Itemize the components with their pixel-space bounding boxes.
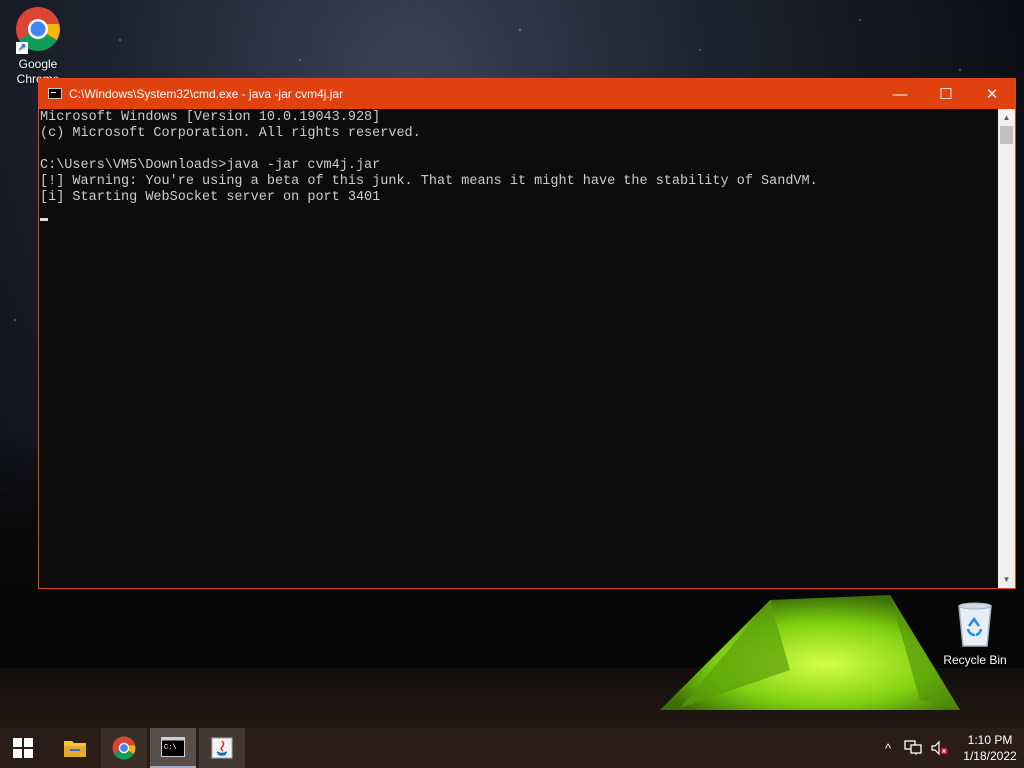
scrollbar-thumb[interactable] xyxy=(1000,126,1013,144)
console-line: (c) Microsoft Corporation. All rights re… xyxy=(40,126,421,141)
console-line: [!] Warning: You're using a beta of this… xyxy=(40,174,818,189)
wallpaper-tent xyxy=(660,595,960,710)
scroll-down-arrow-icon[interactable]: ▼ xyxy=(998,571,1015,588)
minimize-button[interactable]: — xyxy=(877,79,923,109)
scroll-up-arrow-icon[interactable]: ▲ xyxy=(998,109,1015,126)
desktop-recycle-bin[interactable]: Recycle Bin xyxy=(937,600,1013,668)
chrome-icon xyxy=(112,736,136,760)
console-line: C:\Users\VM5\Downloads>java -jar cvm4j.j… xyxy=(40,158,381,173)
console-line: Microsoft Windows [Version 10.0.19043.92… xyxy=(40,110,381,125)
desktop-icon-label: Recycle Bin xyxy=(943,653,1007,667)
window-title: C:\Windows\System32\cmd.exe - java -jar … xyxy=(69,87,344,101)
cmd-icon: C:\ xyxy=(161,737,185,757)
close-icon: ✕ xyxy=(985,86,999,103)
taskbar-clock[interactable]: 1:10 PM 1/18/2022 xyxy=(956,732,1024,764)
shortcut-arrow-icon: ↗ xyxy=(16,42,28,54)
volume-muted-icon[interactable] xyxy=(930,740,948,756)
text-cursor xyxy=(40,218,48,221)
svg-text:C:\: C:\ xyxy=(164,744,177,752)
network-icon[interactable] xyxy=(904,740,922,756)
maximize-icon: ☐ xyxy=(939,86,953,103)
cmd-app-icon xyxy=(48,88,62,99)
start-button[interactable] xyxy=(0,728,46,768)
window-titlebar[interactable]: C:\Windows\System32\cmd.exe - java -jar … xyxy=(39,79,1015,109)
minimize-icon: — xyxy=(892,85,908,103)
windows-logo-icon xyxy=(13,738,33,758)
clock-date: 1/18/2022 xyxy=(963,749,1017,763)
taskbar-cmd[interactable]: C:\ xyxy=(150,728,196,768)
recycle-bin-icon xyxy=(958,602,992,647)
folder-icon xyxy=(64,741,86,757)
taskbar-java[interactable] xyxy=(199,728,245,768)
system-tray: ^ xyxy=(880,728,948,768)
show-hidden-icons-icon[interactable]: ^ xyxy=(880,741,896,756)
maximize-button[interactable]: ☐ xyxy=(923,79,969,109)
vertical-scrollbar[interactable]: ▲ ▼ xyxy=(998,109,1015,588)
clock-time: 1:10 PM xyxy=(967,733,1013,747)
console-output[interactable]: Microsoft Windows [Version 10.0.19043.92… xyxy=(39,109,1000,588)
cmd-window[interactable]: C:\Windows\System32\cmd.exe - java -jar … xyxy=(38,78,1016,589)
java-icon xyxy=(211,737,233,759)
desktop-chrome-shortcut[interactable]: ↗ Google Chrome xyxy=(0,6,76,87)
taskbar-file-explorer[interactable] xyxy=(52,728,98,768)
close-button[interactable]: ✕ xyxy=(969,79,1015,109)
taskbar-chrome[interactable] xyxy=(101,728,147,768)
console-line: [i] Starting WebSocket server on port 34… xyxy=(40,190,381,205)
console-cursor-line xyxy=(40,206,1000,222)
taskbar: C:\ ^ 1:10 PM 1/18/2022 xyxy=(0,728,1024,768)
